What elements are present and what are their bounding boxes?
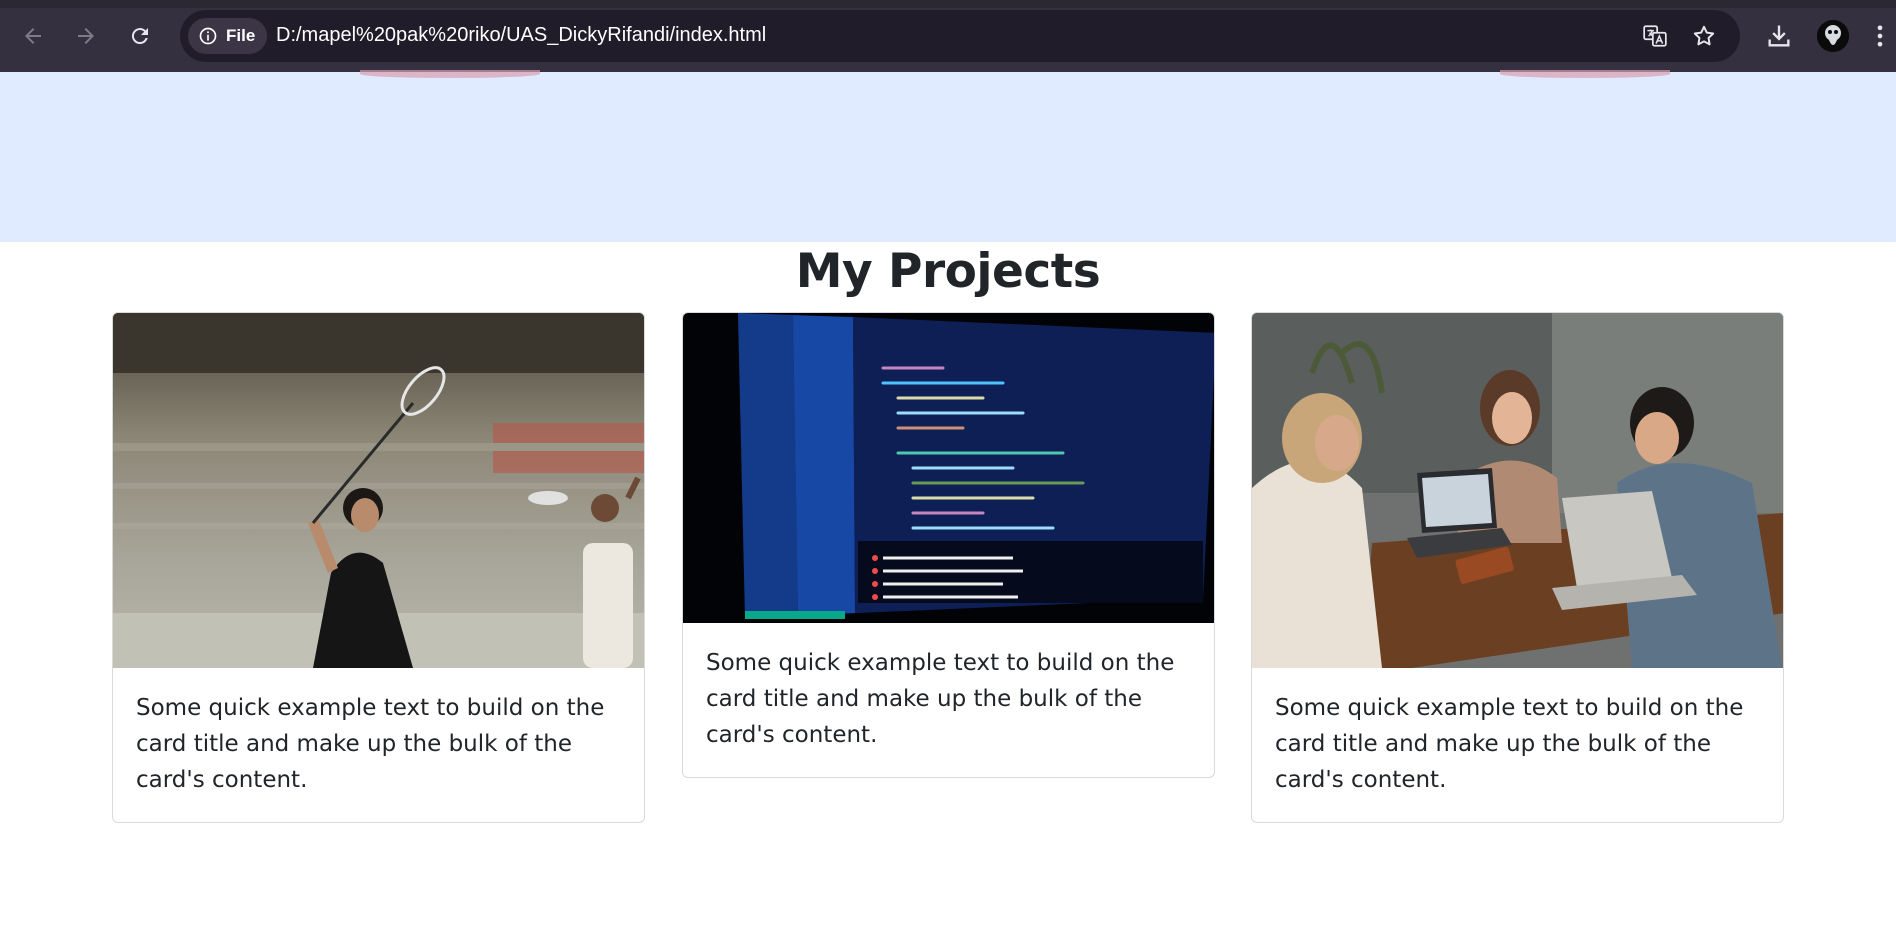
project-card: Some quick example text to build on the … [682,312,1215,778]
card-body: Some quick example text to build on the … [683,623,1214,777]
card-image [683,313,1214,623]
back-button[interactable] [17,20,49,52]
site-info-chip[interactable]: File [188,18,268,54]
reload-button[interactable] [124,20,156,52]
browser-toolbar: File D:/mapel%20pak%20riko/UAS_DickyRifa… [0,0,1896,72]
reload-icon [131,28,148,45]
badminton-player-photo [113,313,644,668]
forward-icon [78,28,94,44]
downloads-button[interactable] [1763,20,1795,52]
menu-icon [1877,25,1883,47]
card-image [113,313,644,668]
people-laptop-cafe-photo [1252,313,1783,668]
info-icon [199,27,217,45]
card-image [1252,313,1783,668]
translate-icon [1643,25,1667,47]
card-text: Some quick example text to build on the … [136,695,605,793]
translate-button[interactable] [1641,22,1669,50]
hero-decoration [1500,70,1670,78]
project-card: Some quick example text to build on the … [1251,312,1784,823]
address-bar[interactable]: File D:/mapel%20pak%20riko/UAS_DickyRifa… [180,10,1740,62]
code-editor-screen-photo [683,313,1214,623]
project-card: Some quick example text to build on the … [112,312,645,823]
card-body: Some quick example text to build on the … [113,668,644,822]
card-text: Some quick example text to build on the … [1275,695,1744,793]
bookmark-button[interactable] [1690,22,1718,50]
star-icon [1693,25,1715,46]
hero-section [0,70,1896,242]
card-text: Some quick example text to build on the … [706,650,1175,748]
avatar[interactable] [1817,20,1849,52]
card-body: Some quick example text to build on the … [1252,668,1783,822]
back-icon [25,28,41,44]
profile-avatar-image [1817,20,1849,52]
hero-decoration [360,70,540,78]
security-chip-label: File [226,26,256,45]
browser-menu-button[interactable] [1870,20,1890,52]
page-title: My Projects [795,244,1101,299]
download-icon [1768,25,1790,47]
forward-button[interactable] [70,20,102,52]
url-text[interactable]: D:/mapel%20pak%20riko/UAS_DickyRifandi/i… [276,24,766,47]
tab-strip-edge [0,0,1896,8]
